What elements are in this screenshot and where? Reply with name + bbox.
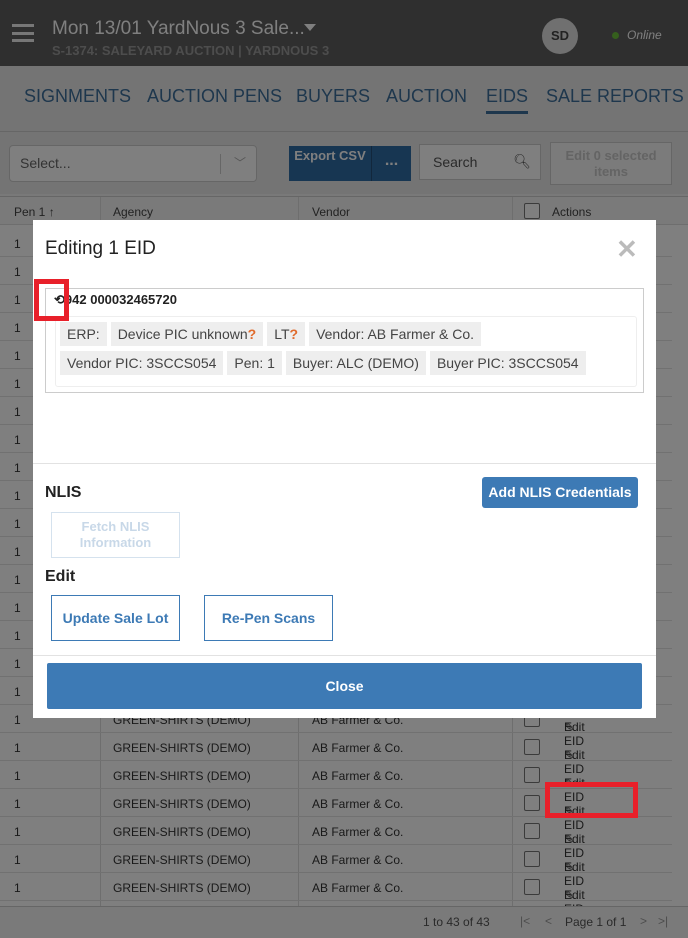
close-button[interactable]: Close [47, 663, 642, 709]
chip-vendor: Vendor: AB Farmer & Co. [309, 322, 482, 346]
add-nlis-credentials-button[interactable]: Add NLIS Credentials [482, 477, 638, 508]
question-icon: ? [289, 326, 299, 342]
question-icon: ? [247, 326, 257, 342]
chip-buyer: Buyer: ALC (DEMO) [285, 351, 426, 375]
edit-eid-modal: Editing 1 EID ✕ ⟲942 000032465720 ERP: De… [33, 220, 656, 718]
highlight-box [34, 279, 69, 321]
divider [33, 655, 656, 656]
chip-erp: ERP: [60, 322, 107, 346]
chip-label: LT [274, 326, 290, 342]
eid-details: ERP: Device PIC unknown? LT? Vendor: AB Far… [55, 316, 637, 387]
close-icon[interactable]: ✕ [616, 234, 638, 265]
nlis-label: NLIS [45, 484, 82, 501]
divider [33, 463, 656, 464]
chip-device-pic: Device PIC unknown? [110, 322, 264, 346]
chip-lt: LT? [267, 322, 306, 346]
chip-label: Device PIC unknown [117, 326, 248, 342]
chip-vendor-pic: Vendor PIC: 3SCCS054 [60, 351, 224, 375]
fetch-nlis-button[interactable]: Fetch NLIS Information [51, 512, 180, 558]
edit-label: Edit [45, 568, 76, 585]
modal-title: Editing 1 EID [45, 238, 156, 259]
re-pen-scans-button[interactable]: Re-Pen Scans [204, 595, 333, 641]
chip-pen: Pen: 1 [227, 351, 282, 375]
update-sale-lot-button[interactable]: Update Sale Lot [51, 595, 180, 641]
highlight-box [545, 782, 638, 818]
eid-number: 942 000032465720 [64, 292, 177, 307]
chip-buyer-pic: Buyer PIC: 3SCCS054 [429, 351, 586, 375]
eid-card: ⟲942 000032465720 ERP: Device PIC unknown… [45, 288, 644, 393]
